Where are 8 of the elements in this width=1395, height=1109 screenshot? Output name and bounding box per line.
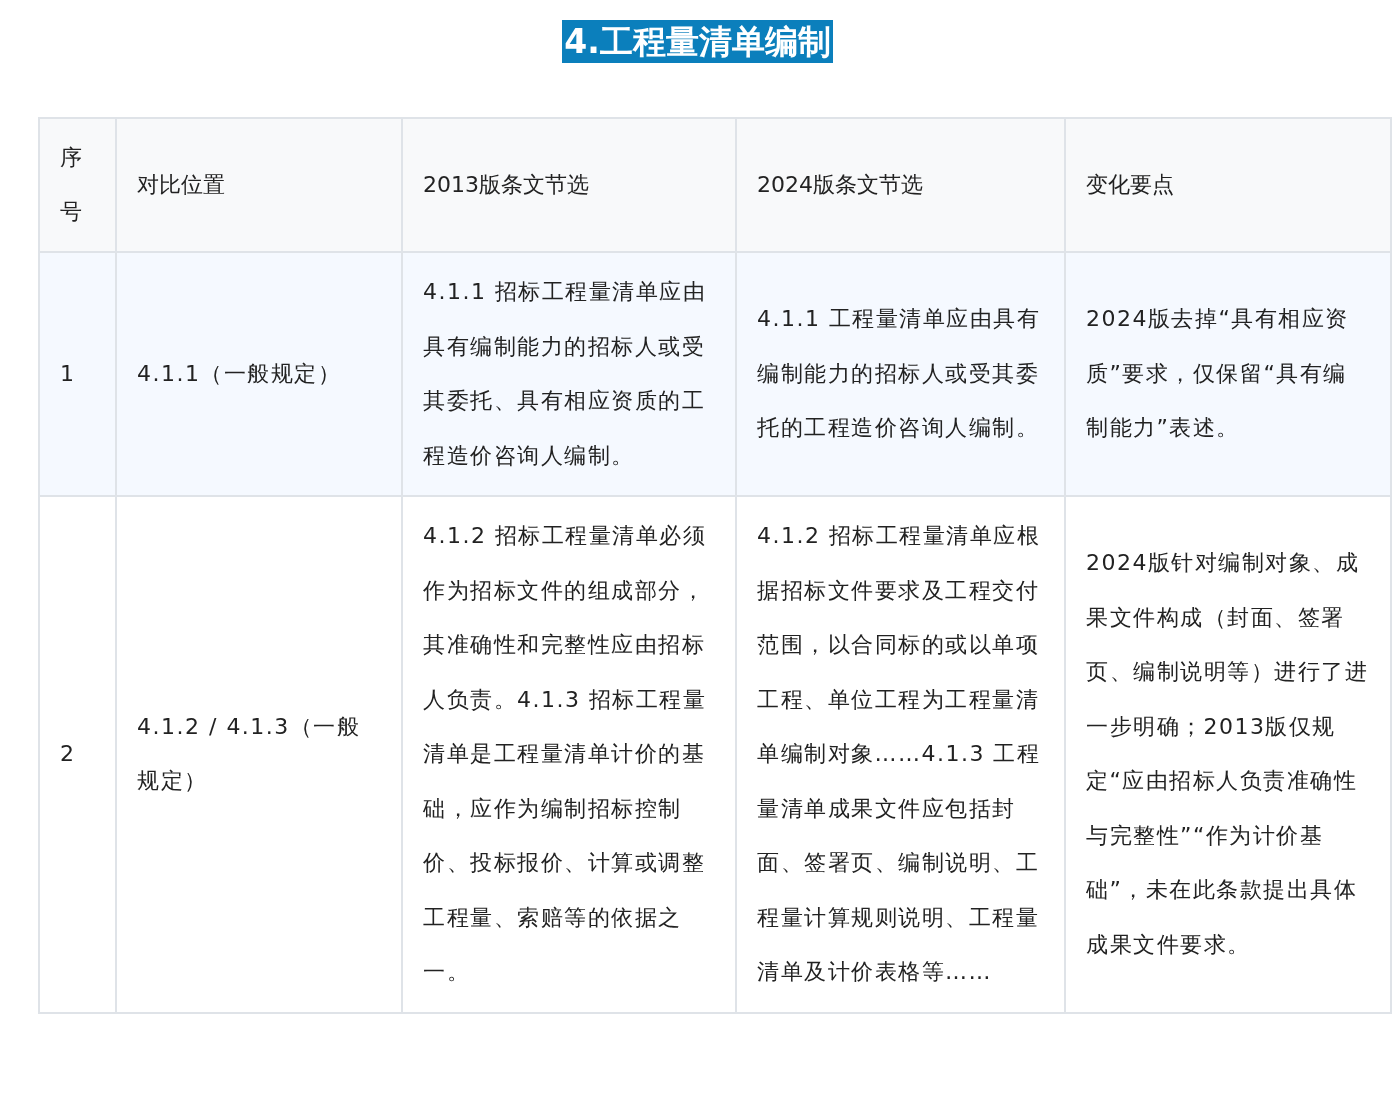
- table-cell: 1: [39, 252, 116, 496]
- table-cell: 2: [39, 496, 116, 1013]
- table-header-cell: 序号: [39, 118, 116, 252]
- table-cell: 4.1.2 招标工程量清单应根据招标文件要求及工程交付范围，以合同标的或以单项工程、单位工程为工程量清单编制对象……4.1.3 工程量清单成果文件应包括封面、签署页、编制说明、工程量计算规则说明、工程量清单及计价表格等……: [736, 496, 1065, 1013]
- page-heading: 4.工程量清单编制: [562, 20, 833, 63]
- table-cell: 2024版针对编制对象、成果文件构成（封面、签署页、编制说明等）进行了进一步明确；2013版仅规定“应由招标人负责准确性与完整性”“作为计价基础”，未在此条款提出具体成果文件要求。: [1065, 496, 1391, 1013]
- table-cell: 4.1.2 / 4.1.3（一般规定）: [116, 496, 402, 1013]
- table-cell: 4.1.2 招标工程量清单必须作为招标文件的组成部分，其准确性和完整性应由招标人负责。4.1.3 招标工程量清单是工程量清单计价的基础，应作为编制招标控制价、投标报价、计算或调整工程量、索赔等的依据之一。: [402, 496, 736, 1013]
